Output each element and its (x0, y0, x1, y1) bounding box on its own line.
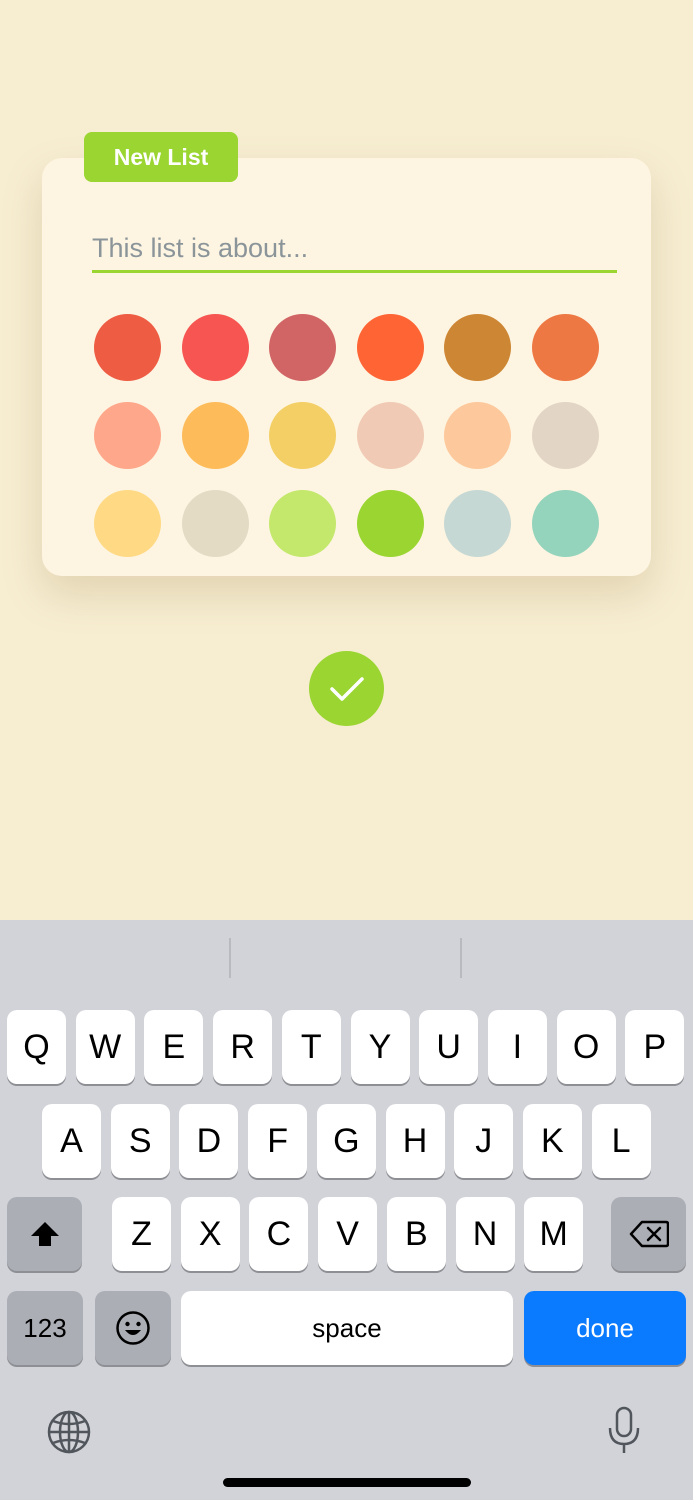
key-letter[interactable]: J (454, 1104, 514, 1178)
color-swatch[interactable] (94, 402, 161, 469)
globe-icon (47, 1410, 91, 1454)
checkmark-icon (329, 676, 364, 701)
key-letter[interactable]: Q (7, 1010, 66, 1084)
key-letter[interactable]: X (180, 1197, 240, 1271)
keyboard: QWERTYUIOP ASDFGHJKL ZXCVBNM 123 space d… (0, 920, 693, 1500)
color-swatch[interactable] (94, 490, 161, 557)
list-title-input[interactable] (92, 226, 617, 273)
suggestion-divider (229, 938, 231, 978)
color-swatch[interactable] (444, 314, 511, 381)
color-swatch[interactable] (181, 490, 249, 557)
color-swatch[interactable] (444, 490, 511, 557)
key-letter[interactable]: U (419, 1010, 479, 1084)
color-swatch[interactable] (444, 402, 511, 469)
key-letter[interactable]: D (179, 1104, 239, 1178)
space-key[interactable]: space (181, 1291, 513, 1365)
color-swatch[interactable] (531, 402, 599, 469)
key-letter[interactable]: O (556, 1010, 616, 1084)
color-swatch[interactable] (94, 314, 161, 381)
color-swatch[interactable] (269, 402, 336, 469)
confirm-button[interactable] (309, 651, 384, 726)
color-swatch[interactable] (356, 490, 424, 557)
microphone-icon (608, 1406, 640, 1453)
backspace-key[interactable] (611, 1197, 686, 1271)
key-letter[interactable]: A (42, 1104, 101, 1178)
key-letter[interactable]: G (316, 1104, 376, 1178)
key-letter[interactable]: Y (350, 1010, 410, 1084)
dictation-button[interactable] (606, 1406, 642, 1461)
emoji-icon (116, 1311, 150, 1345)
backspace-icon (629, 1220, 669, 1248)
color-swatch[interactable] (356, 314, 424, 381)
key-letter[interactable]: H (385, 1104, 445, 1178)
color-swatch[interactable] (356, 402, 424, 469)
color-swatch[interactable] (181, 314, 249, 381)
key-letter[interactable]: S (110, 1104, 170, 1178)
numbers-key[interactable]: 123 (7, 1291, 83, 1365)
emoji-key[interactable] (95, 1291, 171, 1365)
done-key[interactable]: done (524, 1291, 686, 1365)
key-letter[interactable]: I (487, 1010, 547, 1084)
key-letter[interactable]: F (248, 1104, 308, 1178)
shift-icon (30, 1222, 59, 1246)
key-letter[interactable]: M (524, 1197, 584, 1271)
home-indicator (223, 1478, 471, 1487)
key-letter[interactable]: N (455, 1197, 515, 1271)
key-letter[interactable]: Z (112, 1197, 171, 1271)
key-letter[interactable]: K (522, 1104, 582, 1178)
color-swatch[interactable] (531, 314, 599, 381)
key-letter[interactable]: L (591, 1104, 651, 1178)
key-letter[interactable]: B (386, 1197, 446, 1271)
key-letter[interactable]: V (318, 1197, 378, 1271)
color-swatch[interactable] (181, 402, 249, 469)
color-swatch[interactable] (269, 314, 336, 381)
key-letter[interactable]: C (249, 1197, 309, 1271)
key-letter[interactable]: P (625, 1010, 685, 1084)
shift-key[interactable] (7, 1197, 82, 1271)
color-swatch[interactable] (269, 490, 336, 557)
globe-button[interactable] (46, 1409, 92, 1460)
app-screen: New List (0, 0, 693, 920)
key-letter[interactable]: R (213, 1010, 273, 1084)
key-letter[interactable]: T (281, 1010, 341, 1084)
key-letter[interactable]: W (75, 1010, 135, 1084)
new-list-badge: New List (84, 132, 238, 182)
suggestion-divider (460, 938, 462, 978)
color-swatch[interactable] (531, 490, 599, 557)
key-letter[interactable]: E (144, 1010, 204, 1084)
